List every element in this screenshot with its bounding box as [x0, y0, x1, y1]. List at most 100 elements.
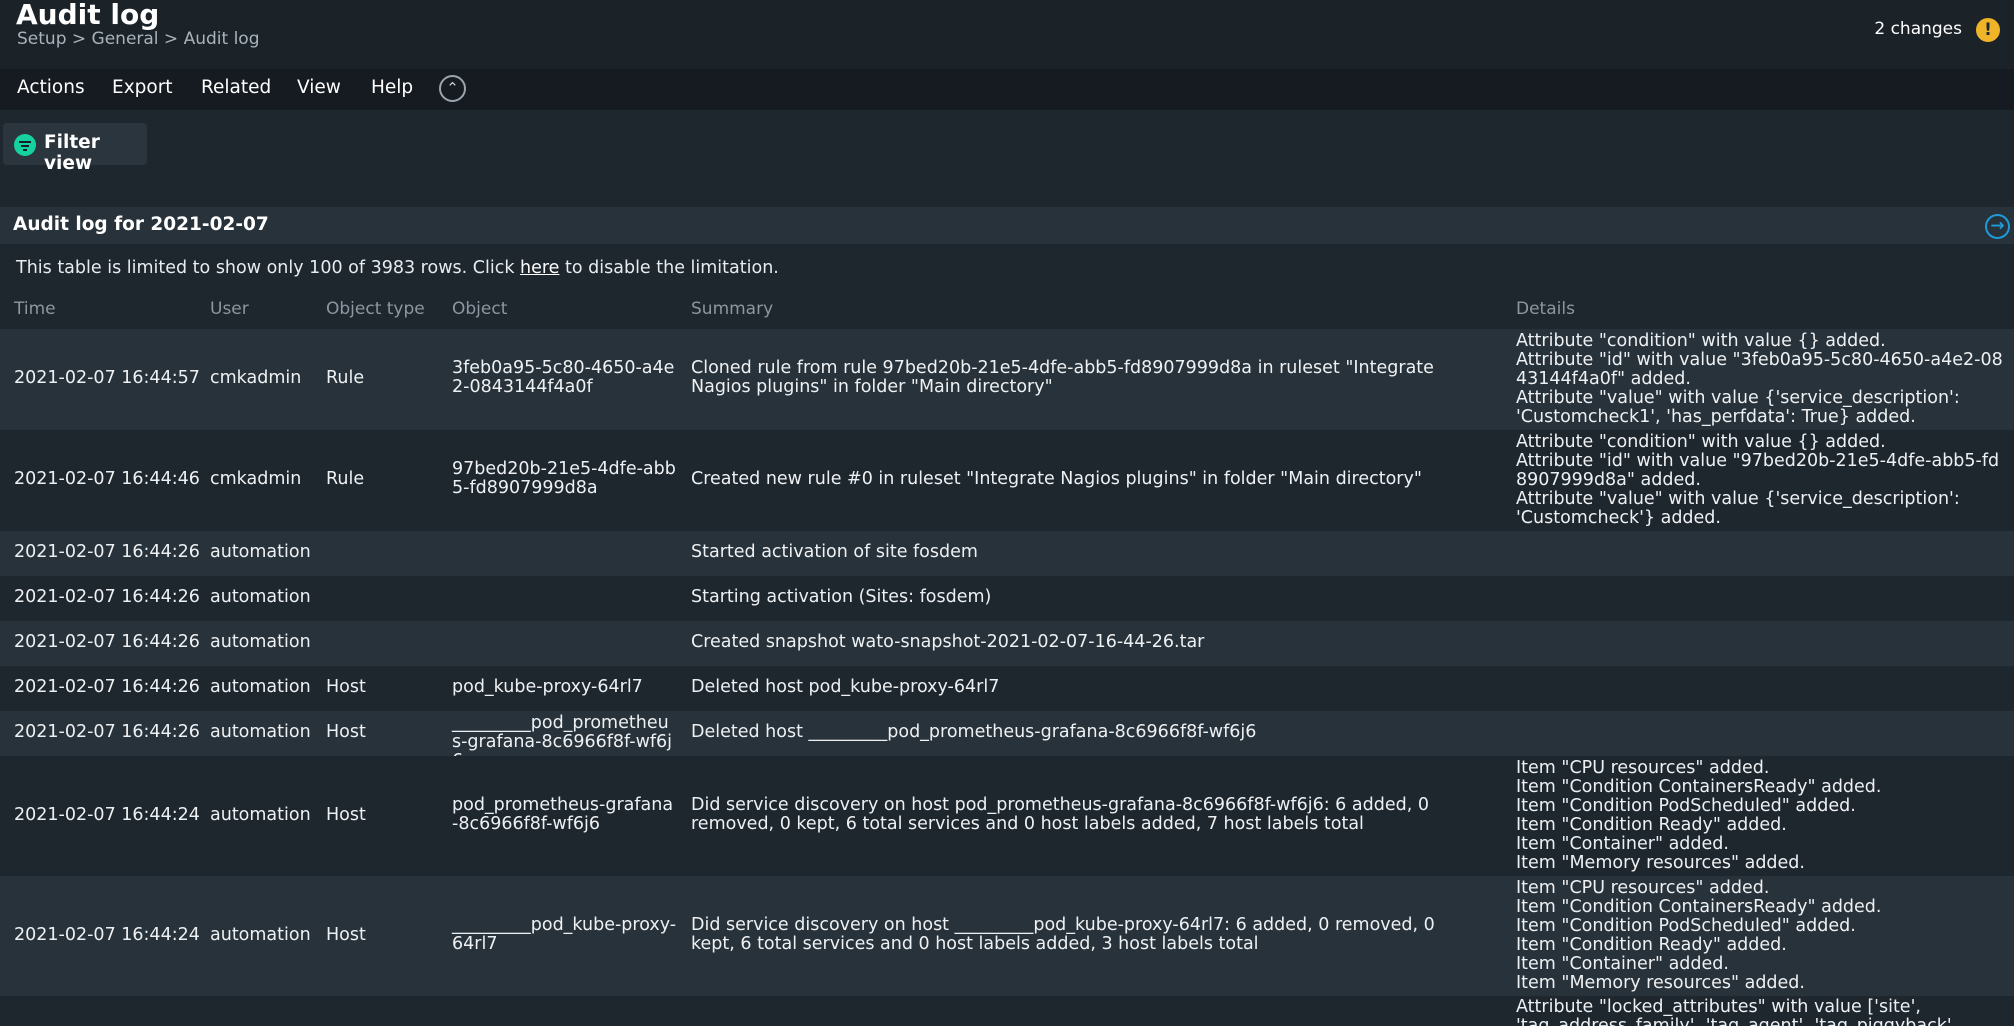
- detail-line: Item "Container" added.: [1516, 954, 1729, 974]
- table-row: 2021-02-07 16:44:57 cmkadmin Rule 3feb0a…: [0, 329, 2014, 430]
- row-user: cmkadmin: [210, 368, 302, 388]
- row-summary: Created snapshot wato-snapshot-2021-02-0…: [691, 632, 1205, 652]
- row-object-type: Host: [326, 805, 366, 825]
- row-user: automation: [210, 805, 311, 825]
- limit-note-text: This table is limited to show only 100 o…: [16, 258, 521, 278]
- row-summary: Deleted host pod_kube-proxy-64rl7: [691, 677, 1000, 697]
- limit-note-text-end: to disable the limitation.: [559, 258, 779, 278]
- section-title: Audit log for 2021-02-07: [13, 214, 269, 235]
- detail-line: Item "Condition Ready" added.: [1516, 815, 1787, 835]
- row-summary: Started activation of site fosdem: [691, 542, 978, 562]
- table-row: 2021-02-07 16:44:24 automation Host ____…: [0, 876, 2014, 996]
- detail-line: Item "Condition PodScheduled" added.: [1516, 796, 1856, 816]
- row-details: Attribute "locked_attributes" with value…: [1516, 998, 2006, 1026]
- row-object-type: Host: [326, 722, 366, 742]
- row-object: _________pod_kube-proxy-64rl7: [452, 915, 677, 954]
- column-header-user[interactable]: User: [210, 299, 249, 319]
- row-summary: Deleted host _________pod_prometheus-gra…: [691, 722, 1257, 742]
- row-object: 3feb0a95-5c80-4650-a4e2-0843144f4a0f: [452, 358, 675, 397]
- detail-line: Item "Condition PodScheduled" added.: [1516, 916, 1856, 936]
- menu-bar: Actions Export Related View Help: [0, 69, 2014, 110]
- row-user: automation: [210, 722, 311, 742]
- row-summary: Did service discovery on host _________p…: [691, 915, 1435, 954]
- detail-line: Attribute "id" with value "3feb0a95-5c80…: [1516, 350, 2003, 389]
- detail-line: Item "CPU resources" added.: [1516, 878, 1770, 898]
- collapse-menu-icon[interactable]: ⌃: [439, 75, 466, 102]
- detail-line: Attribute "value" with value {'service_d…: [1516, 388, 1960, 427]
- row-user: cmkadmin: [210, 469, 302, 489]
- detail-line: 'tag_address_family', 'tag_agent', 'tag_…: [1516, 1016, 1958, 1026]
- menu-export[interactable]: Export: [112, 77, 173, 98]
- row-time: 2021-02-07 16:44:26: [14, 722, 200, 742]
- row-object-type: Rule: [326, 368, 365, 388]
- filter-icon: [14, 134, 36, 156]
- row-object: 97bed20b-21e5-4dfe-abb5-fd8907999d8a: [452, 459, 676, 498]
- row-user: automation: [210, 632, 311, 652]
- menu-help[interactable]: Help: [371, 77, 413, 98]
- row-details: Item "CPU resources" added. Item "Condit…: [1516, 759, 2006, 873]
- table-row: 2021-02-07 16:44:24 automation Host pod_…: [0, 756, 2014, 876]
- row-details: Attribute "condition" with value {} adde…: [1516, 332, 2006, 427]
- row-object-type: Host: [326, 925, 366, 945]
- menu-related[interactable]: Related: [201, 77, 271, 98]
- row-time: 2021-02-07 16:44:24: [14, 925, 200, 945]
- row-details: Attribute "condition" with value {} adde…: [1516, 433, 2006, 528]
- column-header-details[interactable]: Details: [1516, 299, 1575, 319]
- table-row: 2021-02-07 16:44:26 automation Starting …: [0, 576, 2014, 621]
- row-time: 2021-02-07 16:44:46: [14, 469, 200, 489]
- detail-line: Attribute "id" with value "97bed20b-21e5…: [1516, 451, 2000, 490]
- detail-line: Attribute "condition" with value {} adde…: [1516, 432, 1886, 452]
- row-summary: Created new rule #0 in ruleset "Integrat…: [691, 469, 1422, 489]
- arrow-right-icon[interactable]: →: [1985, 214, 2010, 239]
- row-time: 2021-02-07 16:44:24: [14, 805, 200, 825]
- warning-icon[interactable]: !: [1976, 18, 2000, 42]
- row-user: automation: [210, 587, 311, 607]
- row-summary: Cloned rule from rule 97bed20b-21e5-4dfe…: [691, 358, 1434, 397]
- table-row: 2021-02-07 16:44:26 automation Host pod_…: [0, 666, 2014, 711]
- row-summary: Starting activation (Sites: fosdem): [691, 587, 992, 607]
- detail-line: Attribute "condition" with value {} adde…: [1516, 331, 1886, 351]
- section-header: Audit log for 2021-02-07: [0, 207, 2014, 244]
- table-row: 2021-02-07 16:44:26 automation Started a…: [0, 531, 2014, 576]
- row-time: 2021-02-07 16:44:26: [14, 632, 200, 652]
- row-time: 2021-02-07 16:44:26: [14, 542, 200, 562]
- row-details: Item "CPU resources" added. Item "Condit…: [1516, 879, 2006, 993]
- detail-line: Attribute "value" with value {'service_d…: [1516, 489, 1960, 528]
- menu-actions[interactable]: Actions: [17, 77, 85, 98]
- filter-view-label: Filter view: [44, 132, 100, 174]
- breadcrumb[interactable]: Setup > General > Audit log: [17, 29, 259, 49]
- column-header-object-type[interactable]: Object type: [326, 299, 425, 319]
- detail-line: Item "Condition Ready" added.: [1516, 935, 1787, 955]
- table-row: Attribute "locked_attributes" with value…: [0, 996, 2014, 1026]
- detail-line: Item "Container" added.: [1516, 834, 1729, 854]
- row-time: 2021-02-07 16:44:26: [14, 587, 200, 607]
- row-object-type: Host: [326, 677, 366, 697]
- column-header-summary[interactable]: Summary: [691, 299, 773, 319]
- row-object-type: Rule: [326, 469, 365, 489]
- disable-limit-link[interactable]: here: [520, 258, 559, 278]
- detail-line: Item "Condition ContainersReady" added.: [1516, 777, 1882, 797]
- filter-view-button[interactable]: Filter view: [3, 123, 147, 174]
- page-header: Audit log Setup > General > Audit log 2 …: [0, 0, 2014, 69]
- row-user: automation: [210, 677, 311, 697]
- detail-line: Item "Condition ContainersReady" added.: [1516, 897, 1882, 917]
- menu-view[interactable]: View: [297, 77, 341, 98]
- column-header-time[interactable]: Time: [14, 299, 56, 319]
- row-object: pod_prometheus-grafana-8c6966f8f-wf6j6: [452, 795, 674, 834]
- detail-line: Item "Memory resources" added.: [1516, 853, 1805, 873]
- row-user: automation: [210, 925, 311, 945]
- detail-line: Item "Memory resources" added.: [1516, 973, 1805, 993]
- table-row: 2021-02-07 16:44:26 automation Host ____…: [0, 711, 2014, 771]
- row-user: automation: [210, 542, 311, 562]
- column-header-object[interactable]: Object: [452, 299, 507, 319]
- table-row: 2021-02-07 16:44:46 cmkadmin Rule 97bed2…: [0, 430, 2014, 531]
- row-time: 2021-02-07 16:44:57: [14, 368, 200, 388]
- row-summary: Did service discovery on host pod_promet…: [691, 795, 1429, 834]
- pending-changes-link[interactable]: 2 changes: [1874, 19, 1962, 39]
- detail-line: Item "CPU resources" added.: [1516, 758, 1770, 778]
- detail-line: Attribute "locked_attributes" with value…: [1516, 997, 1921, 1017]
- row-limit-note: This table is limited to show only 100 o…: [16, 258, 779, 278]
- page-title: Audit log: [16, 0, 160, 31]
- row-object: pod_kube-proxy-64rl7: [452, 677, 643, 697]
- table-row: 2021-02-07 16:44:26 automation Created s…: [0, 621, 2014, 666]
